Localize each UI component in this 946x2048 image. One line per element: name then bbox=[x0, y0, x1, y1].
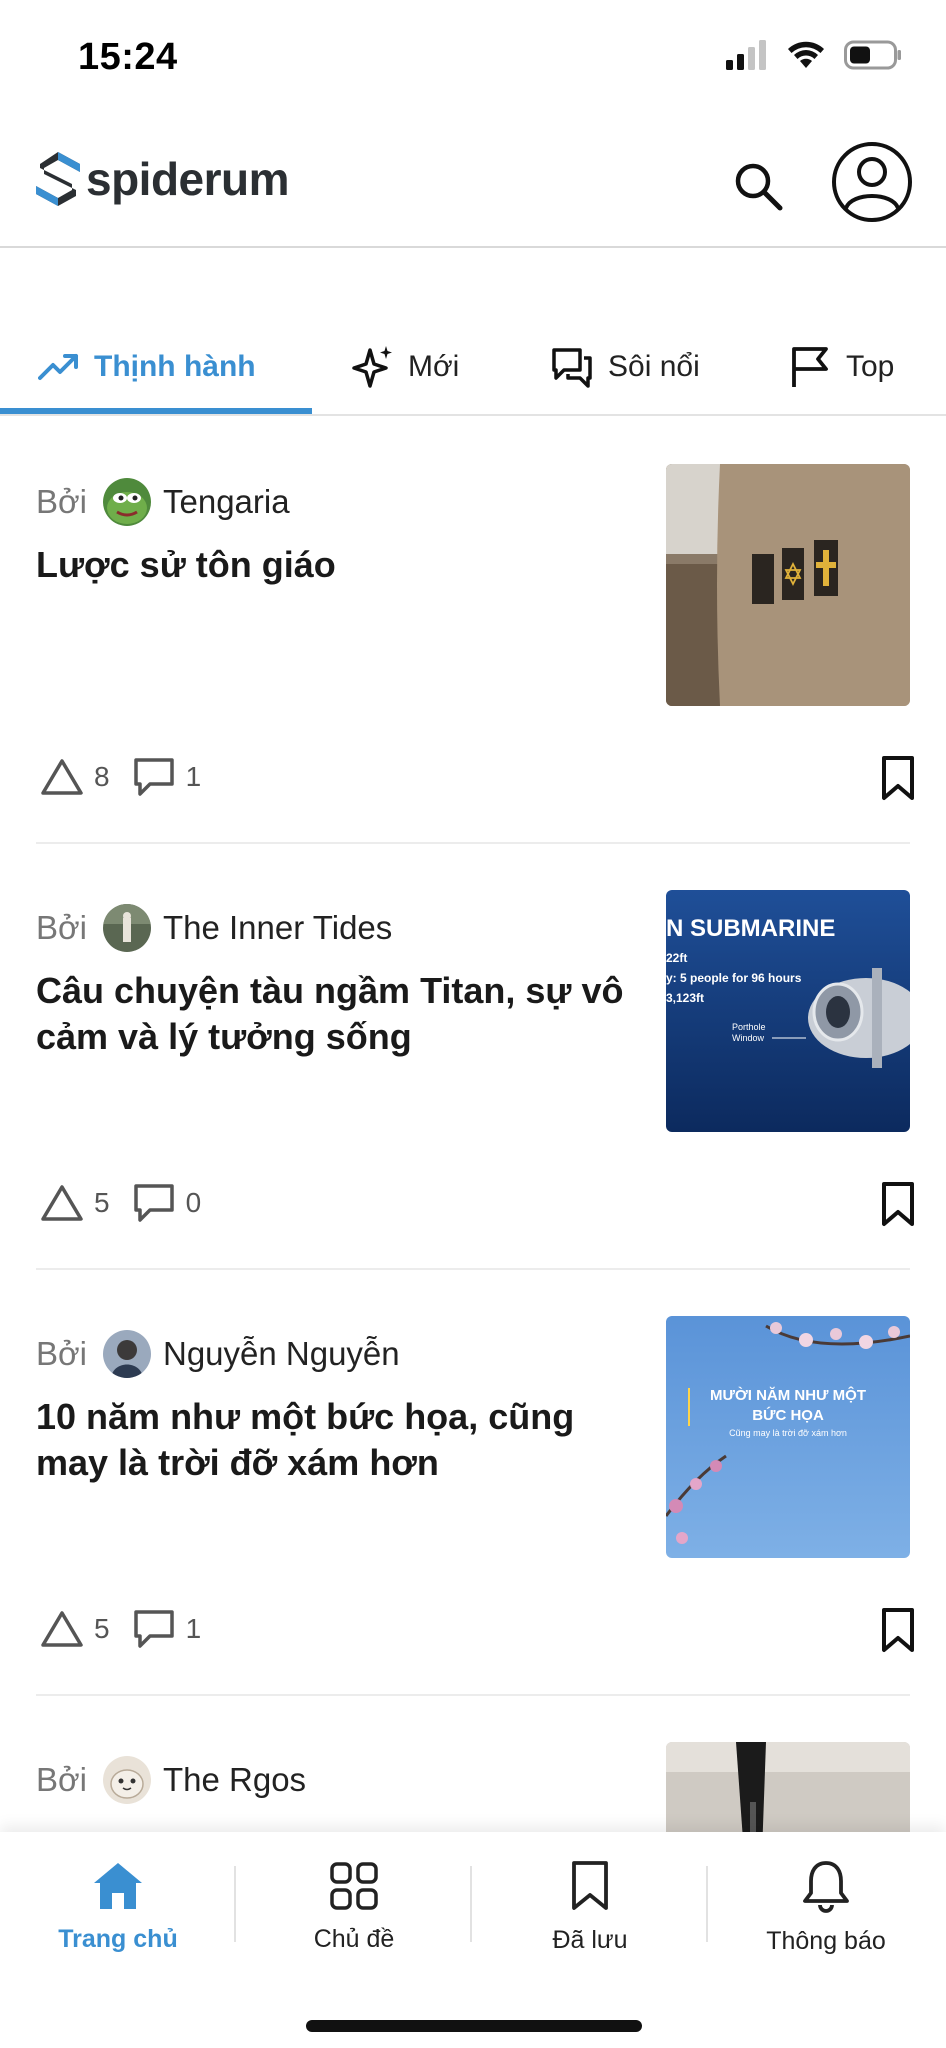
tab-new[interactable]: Mới bbox=[352, 320, 459, 414]
status-bar: 15:24 bbox=[0, 0, 946, 120]
post-card[interactable]: Bởi Tengaria Lược sử tôn giáo 8 1 bbox=[0, 418, 946, 844]
profile-button[interactable] bbox=[830, 140, 914, 224]
status-time: 15:24 bbox=[78, 36, 178, 78]
thumb-line: y: 5 people for 96 hours bbox=[666, 971, 802, 985]
post-card[interactable]: Bởi The Inner Tides Câu chuyện tàu ngầm … bbox=[0, 844, 946, 1270]
thumb-heading: N SUBMARINE bbox=[666, 915, 835, 942]
tab-hot[interactable]: Sôi nổi bbox=[550, 320, 700, 414]
upvote-count: 5 bbox=[94, 1613, 110, 1644]
author-avatar[interactable] bbox=[102, 1330, 151, 1378]
bottom-navigation: Trang chủ Chủ đề Đã lưu Thông báo bbox=[0, 1832, 946, 2048]
nav-label: Thông báo bbox=[766, 1926, 886, 1955]
tab-label: Top bbox=[846, 350, 895, 383]
brand-logo[interactable]: spiderum bbox=[34, 150, 290, 208]
comment-count: 1 bbox=[185, 1613, 202, 1644]
by-label: Bởi bbox=[36, 1335, 87, 1372]
nav-notifications[interactable]: Thông báo bbox=[708, 1832, 944, 1982]
tab-label: Mới bbox=[408, 350, 460, 383]
grid-icon bbox=[330, 1861, 378, 1910]
thumb-line: Cũng may là trời đỡ xám hơn bbox=[729, 1428, 847, 1438]
home-icon bbox=[94, 1862, 142, 1909]
post-card[interactable]: Bởi Nguyễn Nguyễn 10 năm như một bức họa… bbox=[0, 1270, 946, 1696]
comment-icon[interactable] bbox=[132, 756, 176, 798]
cellular-signal-icon bbox=[726, 40, 766, 70]
nav-label: Chủ đề bbox=[313, 1924, 395, 1953]
by-label: Bởi bbox=[36, 1761, 87, 1798]
nav-topics[interactable]: Chủ đề bbox=[236, 1832, 472, 1982]
upvote-icon[interactable] bbox=[40, 1609, 84, 1649]
app-header: spiderum bbox=[0, 120, 946, 248]
trending-up-icon bbox=[38, 354, 78, 380]
post-title[interactable]: 10 năm như một bức họa, cũng may là trời… bbox=[36, 1394, 626, 1486]
thumb-line: Porthole bbox=[732, 1022, 766, 1032]
upvote-count: 5 bbox=[94, 1187, 110, 1218]
thumb-line: BỨC HỌA bbox=[752, 1406, 824, 1424]
home-indicator bbox=[306, 2020, 642, 2032]
upvote-icon[interactable] bbox=[40, 1183, 84, 1223]
author-avatar[interactable] bbox=[102, 1756, 151, 1804]
comment-count: 1 bbox=[185, 761, 202, 792]
search-button[interactable] bbox=[726, 154, 790, 218]
by-label: Bởi bbox=[36, 909, 87, 946]
brand-name: spiderum bbox=[86, 153, 290, 205]
wifi-icon bbox=[788, 41, 824, 68]
post-byline: Bởi The Rgos bbox=[36, 1756, 306, 1804]
bookmark-button[interactable] bbox=[878, 1606, 918, 1654]
sparkle-icon bbox=[352, 346, 392, 388]
post-thumbnail[interactable]: MƯỜI NĂM NHƯ MỘT BỨC HỌA Cũng may là trờ… bbox=[666, 1316, 910, 1558]
post-byline: Bởi The Inner Tides bbox=[36, 904, 392, 952]
bookmark-icon bbox=[572, 1860, 608, 1910]
tab-label: Sôi nổi bbox=[608, 350, 700, 383]
post-thumbnail[interactable]: N SUBMARINE 22ft y: 5 people for 96 hour… bbox=[666, 890, 910, 1132]
author-name[interactable]: The Inner Tides bbox=[163, 909, 392, 947]
post-actions: 5 0 bbox=[40, 1182, 223, 1224]
upvote-icon[interactable] bbox=[40, 757, 84, 797]
nav-label: Trang chủ bbox=[58, 1924, 178, 1953]
bookmark-icon bbox=[882, 756, 914, 800]
thumb-line: 3,123ft bbox=[666, 991, 704, 1005]
app-screen: 15:24 spiderum Thịnh hành Mới Sôi nổi To… bbox=[0, 0, 946, 2048]
bookmark-button[interactable] bbox=[878, 754, 918, 802]
post-actions: 8 1 bbox=[40, 756, 223, 798]
nav-label: Đã lưu bbox=[552, 1925, 628, 1954]
author-avatar[interactable] bbox=[102, 478, 151, 526]
comment-icon[interactable] bbox=[132, 1182, 176, 1224]
thumb-line: Window bbox=[732, 1033, 765, 1043]
author-name[interactable]: The Rgos bbox=[163, 1761, 306, 1799]
bookmark-icon bbox=[882, 1608, 914, 1652]
nav-home[interactable]: Trang chủ bbox=[0, 1832, 236, 1982]
status-icons bbox=[726, 40, 902, 70]
upvote-count: 8 bbox=[94, 761, 110, 792]
tab-trending[interactable]: Thịnh hành bbox=[38, 320, 256, 414]
tab-top[interactable]: Top bbox=[788, 320, 894, 414]
author-avatar[interactable] bbox=[102, 904, 151, 952]
post-byline: Bởi Nguyễn Nguyễn bbox=[36, 1330, 400, 1378]
post-actions: 5 1 bbox=[40, 1608, 223, 1650]
nav-saved[interactable]: Đã lưu bbox=[472, 1832, 708, 1982]
flag-icon bbox=[792, 347, 828, 387]
comment-count: 0 bbox=[185, 1187, 202, 1218]
thumb-line: MƯỜI NĂM NHƯ MỘT bbox=[710, 1386, 866, 1404]
battery-icon bbox=[844, 40, 901, 70]
bookmark-button[interactable] bbox=[878, 1180, 918, 1228]
by-label: Bởi bbox=[36, 483, 87, 520]
post-title[interactable]: Câu chuyện tàu ngầm Titan, sự vô cảm và … bbox=[36, 968, 626, 1060]
comment-icon[interactable] bbox=[132, 1608, 176, 1650]
search-icon bbox=[735, 163, 783, 211]
active-tab-indicator bbox=[0, 408, 312, 414]
feed-tabs: Thịnh hành Mới Sôi nổi Top bbox=[0, 320, 946, 416]
author-name[interactable]: Tengaria bbox=[163, 483, 290, 521]
author-name[interactable]: Nguyễn Nguyễn bbox=[163, 1335, 400, 1373]
post-thumbnail[interactable] bbox=[666, 464, 910, 706]
chat-bubbles-icon bbox=[552, 348, 592, 388]
bookmark-icon bbox=[882, 1182, 914, 1226]
bell-icon bbox=[803, 1860, 849, 1913]
thumb-line: 22ft bbox=[666, 951, 687, 965]
spiderum-logo-icon bbox=[36, 152, 80, 206]
user-circle-icon bbox=[832, 142, 912, 222]
post-byline: Bởi Tengaria bbox=[36, 478, 290, 526]
tab-label: Thịnh hành bbox=[94, 350, 256, 383]
post-title[interactable]: Lược sử tôn giáo bbox=[36, 542, 626, 588]
